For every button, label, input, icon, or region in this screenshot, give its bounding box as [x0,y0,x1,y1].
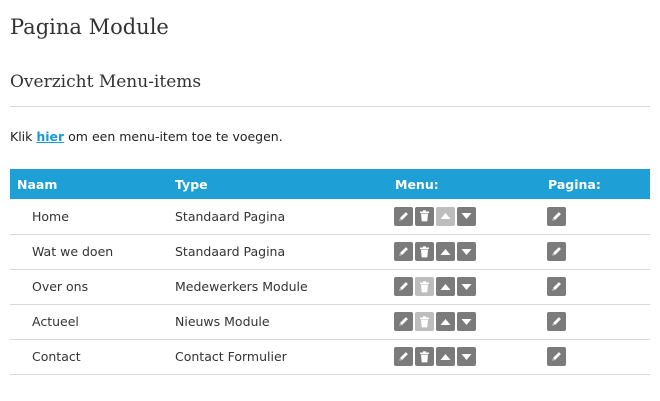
move-up-button[interactable] [436,312,455,331]
intro-text: Klik hier om een menu-item toe te voegen… [10,129,283,144]
edit-menu-item-button[interactable] [394,277,413,296]
delete-menu-item-button[interactable] [415,242,434,261]
row-menu-actions [388,339,541,374]
edit-menu-item-button[interactable] [394,312,413,331]
row-page-actions [541,304,650,339]
section-title: Overzicht Menu-items [10,72,202,92]
row-page-actions [541,234,650,269]
row-name: Over ons [32,279,89,294]
page-title: Pagina Module [10,15,169,39]
menu-items-table: Naam Type Menu: Pagina: Home Standaard Pa… [10,169,650,375]
arrow-down-icon [461,213,472,220]
header-naam: Naam [17,176,58,192]
intro-suffix: om een menu-item toe te voegen. [64,129,283,144]
menu-action-group [394,206,541,226]
arrow-up-icon [440,248,451,255]
trash-icon [420,315,429,327]
table-row: Contact Contact Formulier [10,339,650,374]
table-row: Wat we doen Standaard Pagina [10,234,650,269]
row-type: Nieuws Module [175,314,270,329]
row-name: Wat we doen [32,244,114,259]
row-type: Contact Formulier [175,349,287,364]
move-down-button[interactable] [457,312,476,331]
row-type: Standaard Pagina [175,208,286,224]
pencil-icon [552,282,561,291]
arrow-up-icon [440,283,451,290]
arrow-up-icon [440,318,451,325]
edit-page-button[interactable] [547,242,566,261]
move-up-button[interactable] [436,347,455,366]
move-up-button[interactable] [436,242,455,261]
row-name: Home [32,208,69,224]
edit-menu-item-button[interactable] [394,206,413,226]
menu-action-group [394,242,541,261]
delete-menu-item-button [415,312,434,331]
header-menu: Menu: [395,176,439,192]
move-down-button[interactable] [457,206,476,226]
trash-icon [420,350,429,362]
move-down-button[interactable] [457,347,476,366]
delete-menu-item-button[interactable] [415,347,434,366]
move-up-button[interactable] [436,277,455,296]
arrow-down-icon [461,318,472,325]
table-row: Actueel Nieuws Module [10,304,650,339]
pencil-icon [552,352,561,361]
table-row: Home Standaard Pagina [10,199,650,234]
row-name: Actueel [32,314,79,329]
row-page-actions [541,199,650,234]
delete-menu-item-button[interactable] [415,206,434,226]
row-page-actions [541,269,650,304]
menu-action-group [394,277,541,296]
divider [10,106,650,107]
intro-prefix: Klik [10,129,37,144]
edit-page-button[interactable] [547,312,566,331]
row-type: Medewerkers Module [175,279,308,294]
row-name: Contact [32,349,81,364]
move-down-button[interactable] [457,242,476,261]
arrow-down-icon [461,248,472,255]
delete-menu-item-button [415,277,434,296]
trash-icon [420,245,429,257]
table-header-row: Naam Type Menu: Pagina: [10,169,650,199]
header-type: Type [175,176,208,192]
arrow-up-icon [440,353,451,360]
edit-menu-item-button[interactable] [394,242,413,261]
pencil-icon [552,211,561,221]
row-page-actions [541,339,650,374]
move-up-button [436,206,455,226]
menu-action-group [394,347,541,366]
arrow-down-icon [461,283,472,290]
move-down-button[interactable] [457,277,476,296]
menu-action-group [394,312,541,331]
edit-page-button[interactable] [547,277,566,296]
table-body: Home Standaard Pagina Wat we doen Standaard… [10,199,650,374]
pencil-icon [399,317,408,326]
edit-page-button[interactable] [547,206,566,226]
pencil-icon [399,282,408,291]
arrow-down-icon [461,353,472,360]
row-menu-actions [388,304,541,339]
pencil-icon [552,317,561,326]
pencil-icon [399,211,408,221]
pencil-icon [552,247,561,256]
row-menu-actions [388,234,541,269]
add-menu-item-link[interactable]: hier [36,129,64,144]
arrow-up-icon [440,213,451,220]
trash-icon [420,280,429,292]
edit-page-button[interactable] [547,347,566,366]
header-pagina: Pagina: [548,176,601,192]
table-row: Over ons Medewerkers Module [10,269,650,304]
edit-menu-item-button[interactable] [394,347,413,366]
trash-icon [420,210,429,222]
row-menu-actions [388,269,541,304]
pencil-icon [399,352,408,361]
row-menu-actions [388,199,541,234]
row-type: Standaard Pagina [175,244,286,259]
pencil-icon [399,247,408,256]
